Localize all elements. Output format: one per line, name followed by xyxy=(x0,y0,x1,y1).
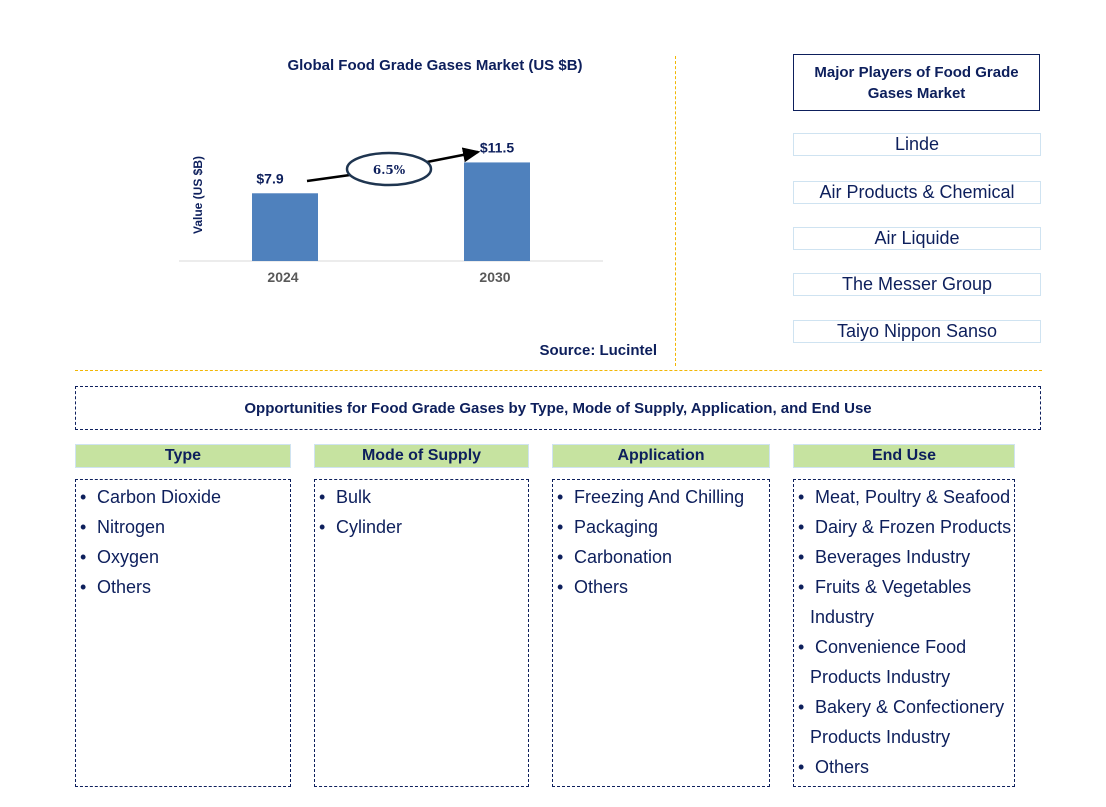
opportunities-title: Opportunities for Food Grade Gases by Ty… xyxy=(75,386,1041,430)
category-header-application: Application xyxy=(552,444,770,468)
bullet-icon: • xyxy=(557,547,564,567)
bullet-icon: • xyxy=(80,547,87,567)
vertical-divider xyxy=(675,56,676,366)
bullet-icon: • xyxy=(80,487,87,507)
category-item: • Bakery & Confectionery Products Indust… xyxy=(797,692,1014,752)
category-item: • Others xyxy=(79,572,290,602)
category-item: • Cylinder xyxy=(318,512,528,542)
player-item: Air Products & Chemical xyxy=(793,181,1041,204)
category-item: • Others xyxy=(556,572,769,602)
x-tick-label: 2024 xyxy=(267,269,298,285)
category-item: • Others xyxy=(797,752,1014,782)
category-item: • Packaging xyxy=(556,512,769,542)
bullet-icon: • xyxy=(798,697,805,717)
player-item: Linde xyxy=(793,133,1041,156)
horizontal-divider xyxy=(75,370,1042,371)
y-axis-label: Value (US $B) xyxy=(191,156,205,234)
category-item: • Convenience Food Products Industry xyxy=(797,632,1014,692)
category-list-application: • Freezing And Chilling • Packaging • Carb… xyxy=(552,479,770,787)
bullet-icon: • xyxy=(798,577,805,597)
players-header: Major Players of Food Grade Gases Market xyxy=(793,54,1040,111)
category-item: • Beverages Industry xyxy=(797,542,1014,572)
bar-2024 xyxy=(252,193,318,261)
category-item: • Oxygen xyxy=(79,542,290,572)
category-item: • Bulk xyxy=(318,482,528,512)
bar-2030 xyxy=(464,162,530,261)
category-list-type: • Carbon Dioxide • Nitrogen • Oxygen • Othe… xyxy=(75,479,291,787)
cagr-label: 6.5% xyxy=(373,163,406,177)
bullet-icon: • xyxy=(798,487,805,507)
chart-title: Global Food Grade Gases Market (US $B) xyxy=(287,57,583,74)
bullet-icon: • xyxy=(80,517,87,537)
source-label: Source: Lucintel xyxy=(539,342,657,359)
category-item: • Carbon Dioxide xyxy=(79,482,290,512)
bullet-icon: • xyxy=(319,487,326,507)
data-label: $7.9 xyxy=(256,170,283,186)
bullet-icon: • xyxy=(557,577,564,597)
player-item: The Messer Group xyxy=(793,273,1041,296)
bullet-icon: • xyxy=(798,547,805,567)
player-item: Air Liquide xyxy=(793,227,1041,250)
category-header-type: Type xyxy=(75,444,291,468)
category-item: • Meat, Poultry & Seafood xyxy=(797,482,1014,512)
bullet-icon: • xyxy=(557,517,564,537)
cagr-arrow-right xyxy=(426,147,481,164)
category-header-mode-of-supply: Mode of Supply xyxy=(314,444,529,468)
category-item: • Freezing And Chilling xyxy=(556,482,769,512)
category-item: • Carbonation xyxy=(556,542,769,572)
category-list-end-use: • Meat, Poultry & Seafood • Dairy & Froze… xyxy=(793,479,1015,787)
cagr-annotation: 6.5% xyxy=(306,147,481,187)
bar-chart: Value (US $B) $7.9 2024 $11.5 2030 6.5% xyxy=(179,139,603,285)
data-label: $11.5 xyxy=(480,139,514,155)
bullet-icon: • xyxy=(319,517,326,537)
bullet-icon: • xyxy=(80,577,87,597)
category-header-end-use: End Use xyxy=(793,444,1015,468)
bullet-icon: • xyxy=(798,637,805,657)
player-item: Taiyo Nippon Sanso xyxy=(793,320,1041,343)
category-item: • Dairy & Frozen Products xyxy=(797,512,1014,542)
bullet-icon: • xyxy=(798,517,805,537)
bullet-icon: • xyxy=(557,487,564,507)
x-tick-label: 2030 xyxy=(479,269,510,285)
category-item: • Fruits & Vegetables Industry xyxy=(797,572,1014,632)
cagr-arrow-left xyxy=(306,173,351,183)
bullet-icon: • xyxy=(798,757,805,777)
category-item: • Nitrogen xyxy=(79,512,290,542)
category-list-mode-of-supply: • Bulk • Cylinder xyxy=(314,479,529,787)
